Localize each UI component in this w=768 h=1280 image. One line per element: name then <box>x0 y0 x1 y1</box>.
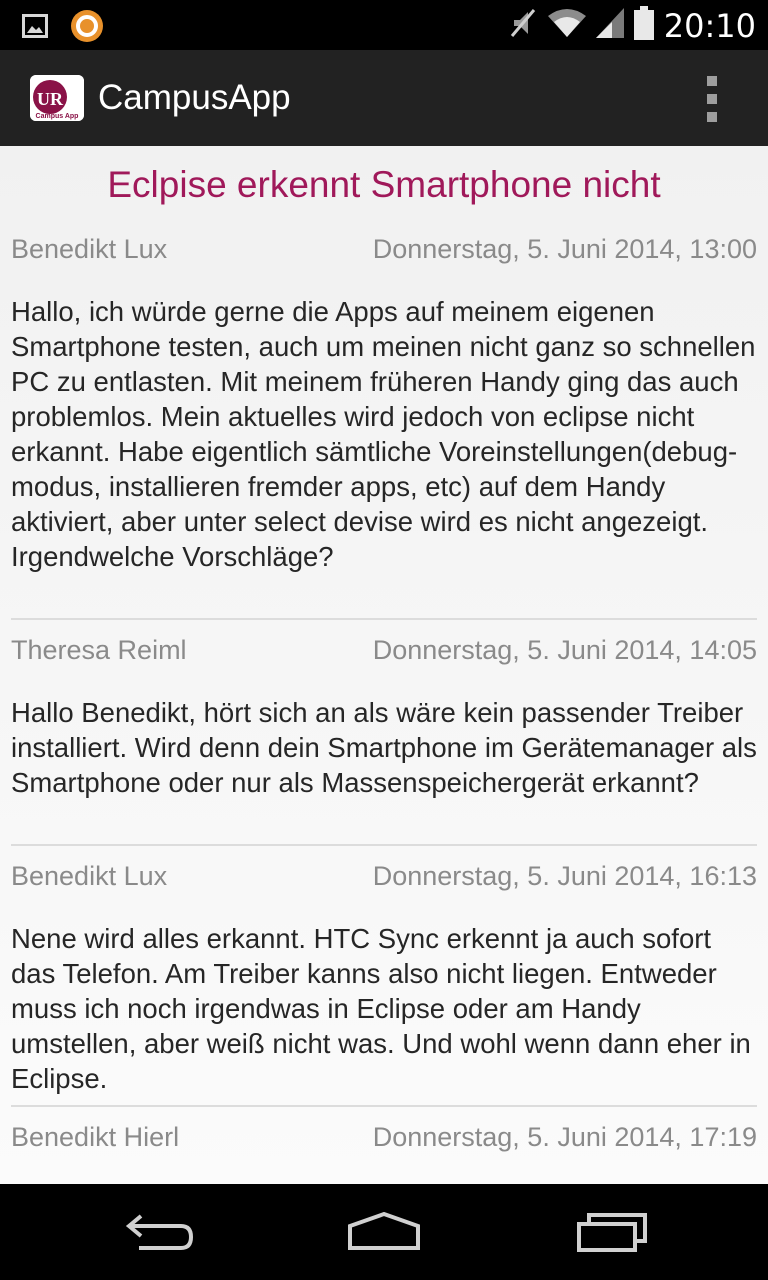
battery-icon <box>633 6 654 45</box>
clock: 20:10 <box>663 6 756 45</box>
wifi-icon <box>547 8 586 43</box>
post-body: Nene wird alles erkannt. HTC Sync erkenn… <box>11 923 751 1094</box>
post-meta: Benedikt Hierl Donnerstag, 5. Juni 2014,… <box>11 1122 757 1162</box>
thread-view[interactable]: Eclpise erkennt Smartphone nicht Benedik… <box>0 146 768 1184</box>
recent-apps-icon[interactable] <box>572 1208 652 1256</box>
app-title: CampusApp <box>98 78 291 117</box>
post-meta: Theresa Reiml Donnerstag, 5. Juni 2014, … <box>11 635 757 675</box>
action-bar: UR Campus App CampusApp <box>0 50 768 146</box>
post-author: Benedikt Hierl <box>11 1122 180 1152</box>
post-date: Donnerstag, 5. Juni 2014, 17:19 <box>372 1122 757 1152</box>
image-notification-icon <box>22 14 48 43</box>
navigation-bar <box>0 1184 768 1280</box>
signal-icon <box>595 8 624 43</box>
post: Benedikt Lux Donnerstag, 5. Juni 2014, 1… <box>11 234 757 574</box>
post-body: Hallo, ich würde gerne die Apps auf mein… <box>11 296 756 572</box>
post-body: Hallo Benedikt, hört sich an als wäre ke… <box>11 697 757 798</box>
post-author: Theresa Reiml <box>11 635 187 665</box>
app-logo[interactable]: UR Campus App <box>30 75 84 121</box>
post: Benedikt Lux Donnerstag, 5. Juni 2014, 1… <box>11 861 757 1096</box>
post-meta: Benedikt Lux Donnerstag, 5. Juni 2014, 1… <box>11 234 757 274</box>
home-icon[interactable] <box>344 1208 424 1256</box>
app-notification-icon <box>70 9 104 48</box>
status-bar: 20:10 <box>0 0 768 50</box>
overflow-menu-icon[interactable] <box>694 76 730 122</box>
divider <box>11 844 757 846</box>
post-author: Benedikt Lux <box>11 861 168 891</box>
post-date: Donnerstag, 5. Juni 2014, 16:13 <box>372 861 757 891</box>
post: Benedikt Hierl Donnerstag, 5. Juni 2014,… <box>11 1122 757 1162</box>
mute-icon <box>508 6 538 45</box>
svg-text:UR: UR <box>37 89 64 109</box>
post-author: Benedikt Lux <box>11 234 168 264</box>
svg-text:Campus App: Campus App <box>36 113 79 120</box>
thread-title: Eclpise erkennt Smartphone nicht <box>107 164 661 205</box>
divider <box>11 1105 757 1107</box>
post-meta: Benedikt Lux Donnerstag, 5. Juni 2014, 1… <box>11 861 757 901</box>
divider <box>11 618 757 620</box>
post: Theresa Reiml Donnerstag, 5. Juni 2014, … <box>11 635 757 800</box>
post-date: Donnerstag, 5. Juni 2014, 14:05 <box>372 635 757 665</box>
back-icon[interactable] <box>120 1208 200 1256</box>
post-date: Donnerstag, 5. Juni 2014, 13:00 <box>372 234 757 264</box>
